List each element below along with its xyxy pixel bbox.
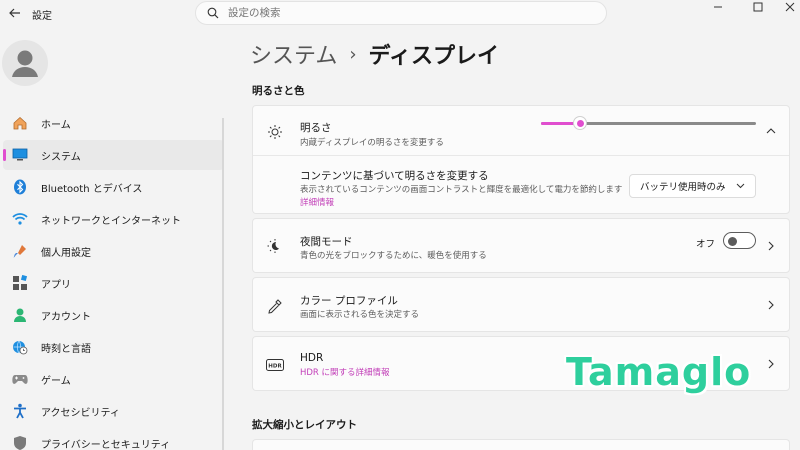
content-adaptive-title: コンテンツに基づいて明るさを変更する	[300, 170, 489, 182]
section-title-brightness-color: 明るさと色	[252, 85, 305, 97]
night-light-icon	[265, 236, 285, 256]
brightness-slider-thumb[interactable]	[573, 116, 587, 130]
sidebar-item-label: アプリ	[41, 279, 71, 291]
page-title: ディスプレイ	[368, 44, 500, 69]
chevron-up-icon[interactable]	[765, 125, 777, 137]
home-icon	[11, 114, 29, 132]
hdr-title: HDR	[300, 352, 324, 364]
toggle-knob	[728, 236, 737, 246]
minimize-button[interactable]	[698, 0, 738, 14]
sidebar-item-bluetooth[interactable]: Bluetooth とデバイス	[3, 172, 224, 202]
brightness-card: 明るさ 内蔵ディスプレイの明るさを変更する コンテンツに基づいて明るさを変更する…	[252, 105, 790, 214]
title-bar: 設定	[0, 0, 800, 30]
search-box[interactable]	[195, 1, 607, 25]
watermark-logo: Tamaglo	[566, 350, 752, 394]
chevron-right-icon[interactable]	[765, 240, 777, 252]
color-profile-subtitle: 画面に表示される色を決定する	[300, 310, 420, 320]
sidebar-item-label: システム	[41, 151, 81, 163]
sidebar-item-label: Bluetooth とデバイス	[41, 183, 143, 195]
sun-icon	[265, 122, 285, 142]
night-light-card[interactable]: 夜間モード 青色の光をブロックするために、暖色を使用する オフ	[252, 218, 790, 273]
brightness-row: 明るさ 内蔵ディスプレイの明るさを変更する	[253, 106, 789, 156]
sidebar-item-personalization[interactable]: 個人用設定	[3, 236, 224, 266]
close-icon	[785, 2, 795, 12]
sidebar-item-label: ホーム	[41, 119, 71, 131]
close-button[interactable]	[770, 0, 800, 14]
content-adaptive-dropdown[interactable]: バッテリ使用時のみ	[629, 174, 756, 198]
brush-icon	[11, 242, 29, 260]
sidebar-item-system[interactable]: システム	[3, 140, 224, 170]
bluetooth-icon	[11, 178, 29, 196]
night-light-toggle-label: オフ	[696, 239, 716, 250]
sidebar-item-label: アカウント	[41, 311, 91, 323]
svg-text:HDR: HDR	[268, 364, 282, 370]
app-title: 設定	[32, 11, 52, 22]
sidebar-item-label: ネットワークとインターネット	[41, 215, 181, 227]
color-profile-title: カラー プロファイル	[300, 295, 398, 307]
color-profile-card[interactable]: カラー プロファイル 画面に表示される色を決定する	[252, 277, 790, 332]
sidebar-item-home[interactable]: ホーム	[3, 108, 224, 138]
apps-icon	[11, 274, 29, 292]
active-indicator	[3, 149, 6, 161]
minimize-icon	[714, 6, 722, 8]
sidebar-item-network[interactable]: ネットワークとインターネット	[3, 204, 224, 234]
sidebar-item-apps[interactable]: アプリ	[3, 268, 224, 298]
breadcrumb: システム › ディスプレイ	[250, 38, 499, 70]
sidebar-item-privacy-security[interactable]: プライバシーとセキュリティ	[3, 428, 224, 450]
night-light-subtitle: 青色の光をブロックするために、暖色を使用する	[300, 251, 487, 261]
chevron-down-icon	[736, 181, 745, 192]
sidebar-item-label: アクセシビリティ	[41, 407, 120, 419]
sidebar-item-label: プライバシーとセキュリティ	[41, 439, 171, 450]
back-button[interactable]	[4, 4, 26, 22]
user-icon	[12, 50, 38, 77]
monitor-icon	[11, 146, 29, 164]
search-icon	[206, 6, 220, 20]
hdr-icon: HDR	[265, 355, 285, 375]
globe-clock-icon	[11, 338, 29, 356]
sidebar-item-label: 個人用設定	[41, 247, 91, 259]
sidebar-item-label: 時刻と言語	[41, 343, 91, 355]
chevron-right-icon[interactable]	[765, 299, 777, 311]
sidebar-item-time-language[interactable]: 時刻と言語	[3, 332, 224, 362]
scale-layout-card	[252, 439, 790, 450]
sidebar-item-label: ゲーム	[41, 375, 71, 387]
section-title-scale-layout: 拡大縮小とレイアウト	[252, 419, 357, 431]
sidebar-item-accounts[interactable]: アカウント	[3, 300, 224, 330]
shield-icon	[11, 434, 29, 450]
maximize-icon	[753, 2, 763, 12]
search-input[interactable]	[228, 7, 588, 19]
sidebar-scrollbar[interactable]	[222, 118, 224, 450]
night-light-toggle[interactable]	[723, 232, 756, 249]
account-icon	[11, 306, 29, 324]
night-light-title: 夜間モード	[300, 236, 353, 248]
brightness-subtitle: 内蔵ディスプレイの明るさを変更する	[300, 138, 444, 148]
breadcrumb-parent[interactable]: システム	[250, 38, 337, 70]
eyedropper-icon	[265, 296, 285, 316]
wifi-icon	[11, 210, 29, 228]
sidebar-item-gaming[interactable]: ゲーム	[3, 364, 224, 394]
sidebar-item-accessibility[interactable]: アクセシビリティ	[3, 396, 224, 426]
content-adaptive-subtitle: 表示されているコンテンツの画面コントラストと輝度を最適化して電力を節約します	[300, 185, 623, 195]
more-info-link[interactable]: 詳細情報	[300, 196, 334, 208]
brightness-title: 明るさ	[300, 122, 332, 134]
chevron-right-icon[interactable]	[765, 358, 777, 370]
gamepad-icon	[11, 370, 29, 388]
hdr-more-info-link[interactable]: HDR に関する詳細情報	[300, 366, 390, 378]
content-adaptive-brightness-row: コンテンツに基づいて明るさを変更する 表示されているコンテンツの画面コントラスト…	[253, 156, 789, 213]
accessibility-icon	[11, 402, 29, 420]
avatar[interactable]	[2, 40, 48, 86]
dropdown-value: バッテリ使用時のみ	[640, 182, 726, 193]
brightness-slider[interactable]	[541, 116, 756, 130]
breadcrumb-separator: ›	[349, 43, 357, 65]
back-arrow-icon	[9, 8, 20, 18]
